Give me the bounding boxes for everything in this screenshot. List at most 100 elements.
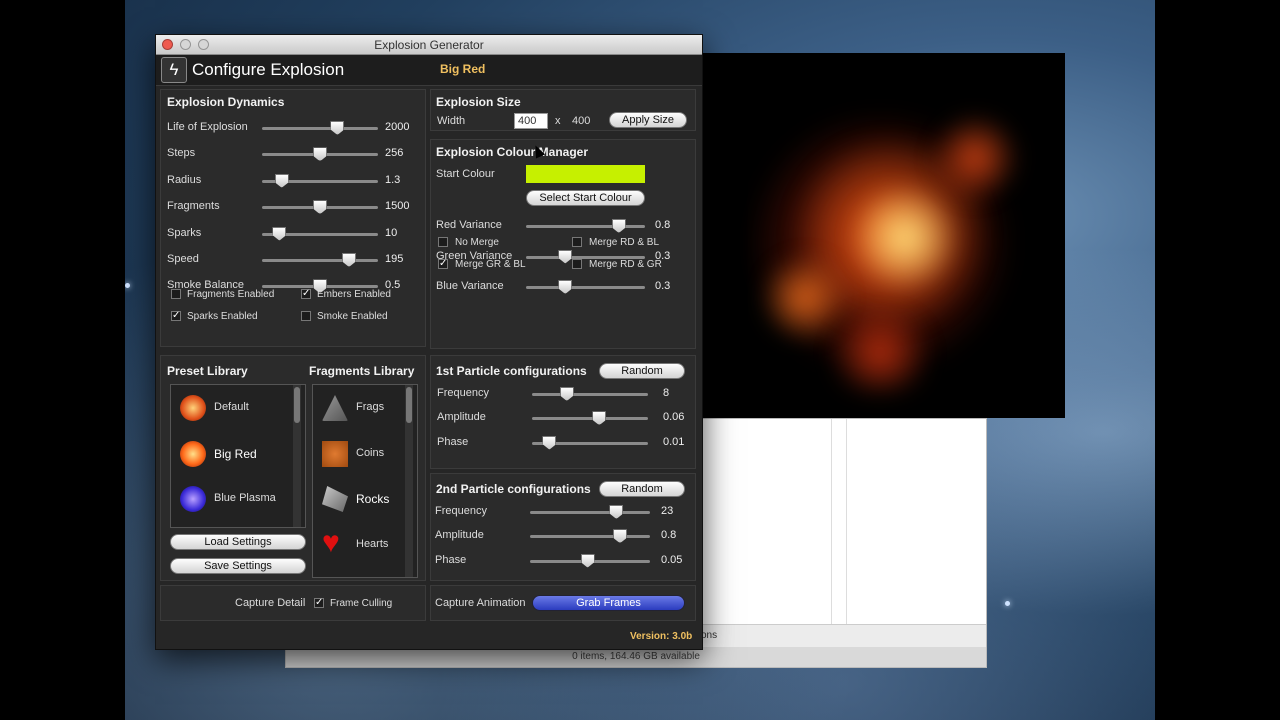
slider-track[interactable] bbox=[532, 393, 648, 396]
slider-track[interactable] bbox=[262, 127, 378, 130]
slider-label: Steps bbox=[167, 147, 196, 160]
slider-thumb[interactable] bbox=[559, 387, 574, 401]
slider-track[interactable] bbox=[262, 259, 378, 262]
width-input[interactable]: 400 bbox=[514, 113, 548, 129]
list-item[interactable]: Coins bbox=[313, 439, 403, 469]
capture-detail-panel: Capture Detail ✓ Frame Culling bbox=[160, 585, 426, 621]
slider-track[interactable] bbox=[530, 511, 650, 514]
list-item-label: Frags bbox=[356, 401, 385, 413]
frags-icon bbox=[322, 395, 348, 421]
preset-list[interactable]: Default Big Red Blue Plasma bbox=[170, 384, 306, 528]
slider-thumb[interactable] bbox=[542, 435, 557, 450]
checkbox[interactable] bbox=[572, 237, 582, 247]
fragments-list[interactable]: Frags Coins Rocks ♥ Hearts bbox=[312, 384, 418, 578]
checkbox-label: No Merge bbox=[455, 237, 499, 248]
fragments-scrollbar[interactable] bbox=[405, 385, 413, 577]
slider-label: Radius bbox=[167, 173, 202, 186]
coin-icon bbox=[322, 440, 348, 467]
rock-icon bbox=[322, 486, 348, 512]
checkbox[interactable] bbox=[301, 311, 311, 321]
grab-frames-button[interactable]: Grab Frames bbox=[532, 595, 685, 611]
checkbox[interactable]: ✓ bbox=[171, 311, 181, 321]
start-colour-swatch[interactable] bbox=[526, 165, 645, 183]
checkbox-label: Smoke Enabled bbox=[317, 311, 388, 322]
slider-thumb[interactable] bbox=[558, 280, 573, 294]
checkbox-label: Sparks Enabled bbox=[187, 311, 258, 322]
save-settings-button[interactable]: Save Settings bbox=[170, 558, 306, 574]
list-item[interactable]: Big Red bbox=[171, 439, 291, 469]
checkbox[interactable]: ✓ bbox=[438, 259, 448, 269]
star bbox=[125, 283, 130, 288]
finder-status-bar: 0 items, 164.46 GB available bbox=[286, 647, 986, 667]
page-title: Configure Explosion bbox=[192, 60, 345, 79]
slider-value: 0.06 bbox=[663, 411, 685, 424]
version-label: Version: 3.0b bbox=[630, 631, 693, 642]
random-button-1[interactable]: Random bbox=[599, 363, 685, 379]
slider-label: Amplitude bbox=[435, 529, 484, 542]
explosion-preview bbox=[700, 53, 1065, 418]
particle-config-2-panel: 2nd Particle configurations Random Frequ… bbox=[430, 473, 696, 581]
panel-title: Explosion Dynamics bbox=[167, 95, 285, 109]
slider-thumb[interactable] bbox=[342, 253, 356, 267]
load-settings-button[interactable]: Load Settings bbox=[170, 534, 306, 550]
active-preset-label: Big Red bbox=[440, 62, 486, 76]
slider-track[interactable] bbox=[526, 225, 645, 228]
select-start-colour-button[interactable]: Select Start Colour bbox=[526, 190, 645, 206]
list-item-label: Blue Plasma bbox=[214, 492, 276, 504]
slider-value: 23 bbox=[661, 505, 674, 517]
lightning-bolt-icon: ϟ bbox=[161, 57, 187, 83]
slider-label: Speed bbox=[167, 253, 199, 265]
slider-value: 0.8 bbox=[655, 219, 671, 231]
slider-label: Sparks bbox=[167, 226, 202, 239]
explosion-generator-window[interactable]: Explosion Generator ϟ Configure Explosio… bbox=[155, 34, 703, 650]
random-button-2[interactable]: Random bbox=[599, 481, 685, 497]
slider-label: Phase bbox=[437, 435, 469, 448]
slider-thumb[interactable] bbox=[330, 121, 345, 135]
default-explosion-icon bbox=[180, 395, 206, 421]
slider-thumb[interactable] bbox=[613, 529, 627, 544]
list-item-label: Default bbox=[214, 401, 249, 413]
slider-thumb[interactable] bbox=[580, 553, 595, 568]
slider-thumb[interactable] bbox=[313, 200, 327, 215]
slider-label: Frequency bbox=[435, 505, 487, 517]
list-item[interactable]: ♥ Hearts bbox=[313, 525, 403, 560]
slider-value: 195 bbox=[385, 253, 404, 265]
slider-thumb[interactable] bbox=[609, 505, 624, 519]
checkbox-label: Merge RD & BL bbox=[589, 237, 660, 248]
apply-size-button[interactable]: Apply Size bbox=[609, 112, 687, 128]
checkbox[interactable] bbox=[438, 237, 448, 247]
path-text: ons bbox=[701, 630, 718, 641]
slider-value: 10 bbox=[385, 226, 398, 239]
colour-manager-panel: Explosion Colour Manager Start Colour Se… bbox=[430, 139, 696, 349]
slider-value: 1.3 bbox=[385, 173, 401, 186]
slider-thumb[interactable] bbox=[313, 147, 327, 162]
times-symbol: x bbox=[555, 115, 561, 127]
checkbox[interactable]: ✓ bbox=[301, 289, 311, 299]
slider-value: 0.05 bbox=[661, 553, 683, 566]
title-bar[interactable]: Explosion Generator bbox=[156, 35, 702, 55]
slider-label: Red Variance bbox=[436, 219, 502, 231]
checkbox[interactable] bbox=[171, 289, 181, 299]
big-red-explosion-icon bbox=[180, 440, 206, 467]
slider-label: Frequency bbox=[437, 387, 489, 399]
list-item[interactable]: Blue Plasma bbox=[171, 484, 291, 514]
slider-thumb[interactable] bbox=[272, 226, 287, 241]
list-item[interactable]: Rocks bbox=[313, 484, 403, 514]
slider-track[interactable] bbox=[526, 286, 645, 289]
preset-scrollbar[interactable] bbox=[293, 385, 301, 527]
slider-thumb[interactable] bbox=[592, 411, 607, 426]
list-item[interactable]: Default bbox=[171, 393, 291, 423]
heart-icon: ♥ bbox=[322, 525, 340, 559]
slider-track[interactable] bbox=[532, 417, 648, 421]
slider-value: 0.3 bbox=[655, 280, 671, 292]
frame-culling-checkbox[interactable]: ✓ bbox=[314, 598, 324, 608]
slider-thumb[interactable] bbox=[611, 219, 626, 233]
slider-thumb[interactable] bbox=[558, 249, 573, 264]
frame-culling-label: Frame Culling bbox=[330, 598, 393, 609]
slider-track[interactable] bbox=[530, 535, 650, 539]
slider-thumb[interactable] bbox=[274, 173, 289, 188]
list-item[interactable]: Frags bbox=[313, 393, 403, 423]
particle-config-1-panel: 1st Particle configurations Random Frequ… bbox=[430, 355, 696, 469]
checkbox[interactable] bbox=[572, 259, 582, 269]
height-value[interactable]: 400 bbox=[572, 115, 590, 127]
